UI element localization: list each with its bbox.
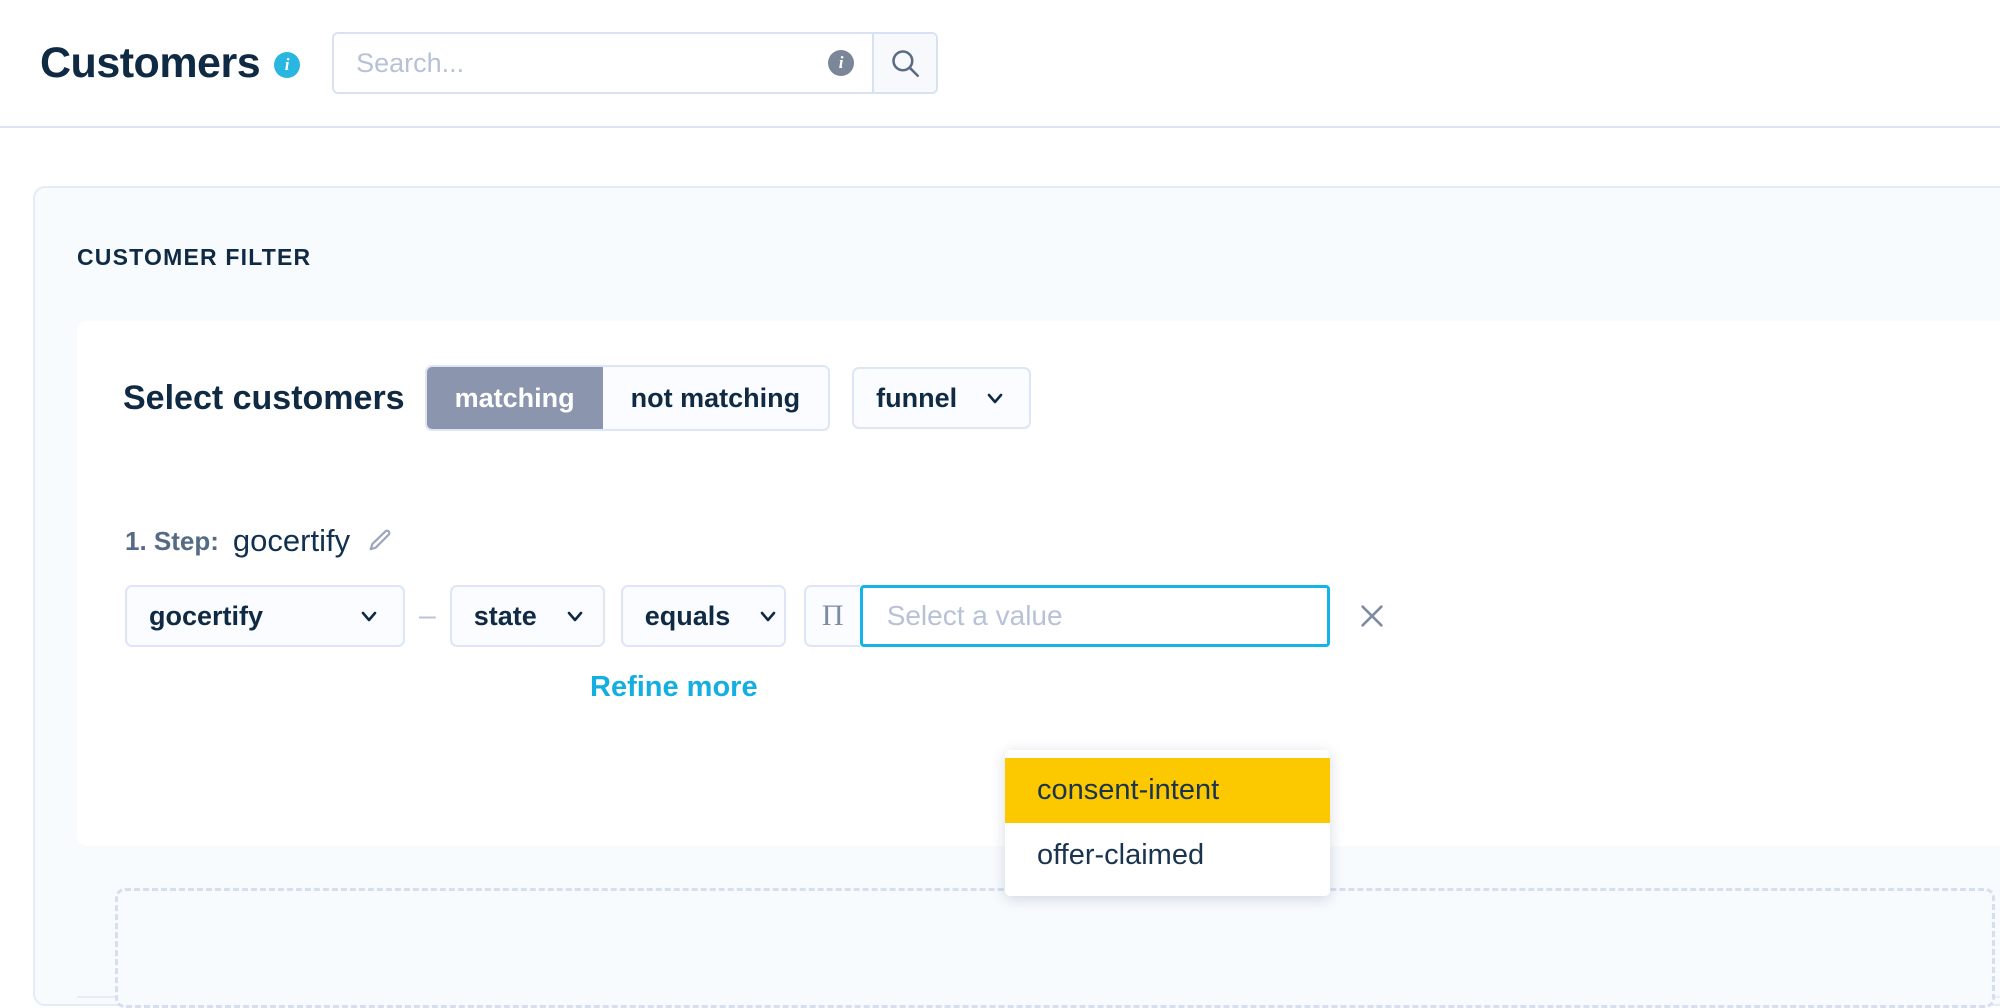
- step-index-label: 1. Step:: [125, 525, 219, 556]
- search-input[interactable]: [354, 46, 819, 80]
- condition-source-value: gocertify: [149, 600, 264, 631]
- segment-matching[interactable]: matching: [426, 367, 603, 429]
- info-icon[interactable]: i: [274, 52, 301, 78]
- refine-more-link[interactable]: Refine more: [590, 671, 758, 704]
- filter-condition-row: gocertify – state equals Π: [77, 559, 2000, 647]
- match-mode-segmented-control: matching not matching: [424, 365, 831, 431]
- search-button[interactable]: [872, 34, 937, 92]
- condition-field-value: state: [473, 600, 537, 631]
- filter-type-dropdown[interactable]: funnel: [852, 367, 1032, 429]
- chevron-down-icon: [756, 604, 780, 628]
- suggestion-item-offer-claimed[interactable]: offer-claimed: [1005, 823, 1330, 888]
- pi-icon[interactable]: Π: [803, 585, 860, 647]
- condition-operator-dropdown[interactable]: equals: [620, 585, 786, 647]
- filter-card-title: CUSTOMER FILTER: [77, 244, 312, 270]
- filter-type-value: funnel: [876, 382, 958, 413]
- chevron-down-icon: [357, 604, 381, 628]
- condition-source-dropdown[interactable]: gocertify: [125, 585, 405, 647]
- search-bar: i: [332, 32, 939, 94]
- condition-field-dropdown[interactable]: state: [449, 585, 605, 647]
- select-customers-label: Select customers: [123, 378, 405, 417]
- suggestion-item-consent-intent[interactable]: consent-intent: [1005, 758, 1330, 823]
- refine-row: Refine more: [77, 647, 2000, 704]
- condition-operator-value: equals: [644, 600, 731, 631]
- condition-value-input-wrapper: [859, 585, 1330, 647]
- search-icon: [892, 50, 920, 78]
- page-header: Customers i i: [0, 0, 2000, 128]
- page-title: Customers: [40, 38, 261, 87]
- step-drop-zone[interactable]: [115, 888, 1995, 1008]
- search-field: i: [334, 34, 872, 92]
- step-row: 1. Step: gocertify: [77, 431, 2000, 559]
- value-suggestions-dropdown: consent-intent offer-claimed: [1005, 750, 1330, 896]
- step-name: gocertify: [232, 523, 351, 558]
- chevron-down-icon: [983, 386, 1007, 410]
- select-customers-row: Select customers matching not matching f…: [77, 321, 2000, 431]
- condition-value-group: Π: [803, 585, 1330, 647]
- chevron-down-icon: [563, 604, 587, 628]
- close-icon[interactable]: [1356, 600, 1388, 632]
- search-info-icon[interactable]: i: [828, 50, 855, 76]
- segment-not-matching[interactable]: not matching: [602, 367, 829, 429]
- pencil-icon[interactable]: [366, 527, 394, 555]
- condition-separator: –: [419, 599, 436, 632]
- condition-value-input[interactable]: [884, 599, 1305, 633]
